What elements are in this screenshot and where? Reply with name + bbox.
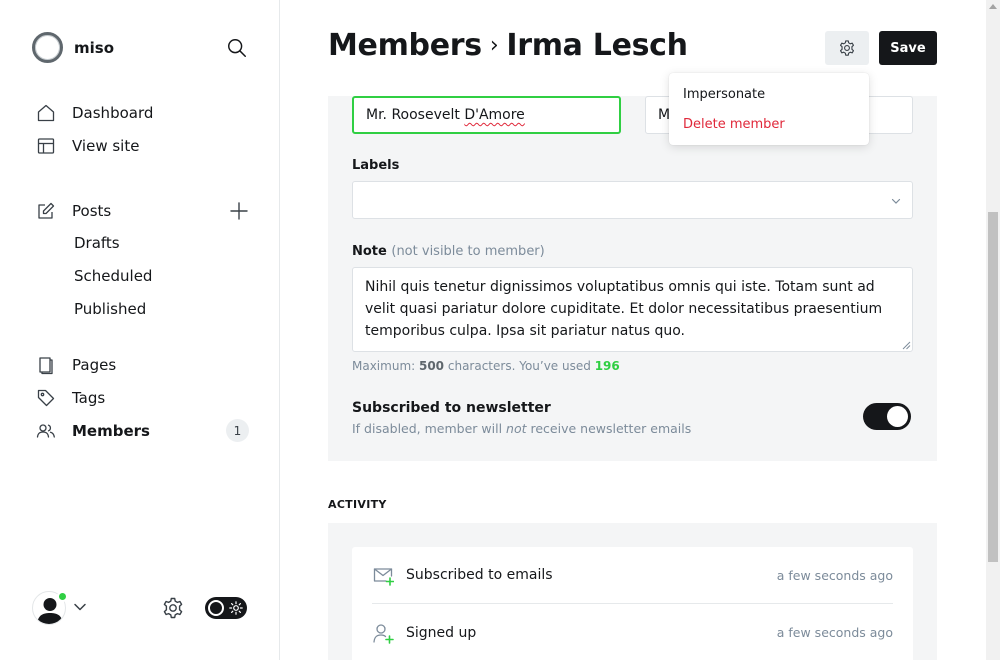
- nav-drafts[interactable]: Drafts: [74, 234, 120, 256]
- chevron-down-icon: [891, 198, 901, 204]
- name-input-text: Mr. Roosevelt: [366, 107, 465, 123]
- layout-icon: [36, 136, 56, 156]
- char-prefix: Maximum:: [352, 359, 419, 373]
- member-settings-button[interactable]: [825, 31, 869, 65]
- resize-handle-icon[interactable]: [902, 341, 911, 350]
- mail-plus-icon: [373, 568, 394, 586]
- labels-label: Labels: [352, 158, 400, 173]
- labels-select[interactable]: [352, 181, 913, 219]
- tag-icon: [36, 388, 56, 408]
- user-plus-icon: [373, 623, 394, 644]
- activity-heading: ACTIVITY: [328, 498, 387, 511]
- delete-member-menu-item[interactable]: Delete member: [683, 117, 785, 132]
- name-input[interactable]: Mr. Roosevelt D'Amore: [352, 96, 621, 134]
- brand[interactable]: miso: [32, 32, 114, 63]
- breadcrumb-separator-icon: ›: [489, 33, 499, 58]
- nav-label: Dashboard: [72, 104, 154, 122]
- pencil-square-icon: [36, 201, 56, 221]
- activity-time: a few seconds ago: [776, 567, 893, 583]
- nav-posts[interactable]: Posts: [36, 199, 111, 223]
- activity-item: Subscribed to emails a few seconds ago: [372, 547, 893, 604]
- page-scrollbar[interactable]: [986, 0, 1000, 660]
- name-input-flagged-word: D'Amore: [464, 107, 525, 123]
- nav-members[interactable]: Members: [36, 419, 150, 443]
- note-textarea[interactable]: Nihil quis tenetur dignissimos voluptati…: [352, 267, 913, 352]
- nav-label: Posts: [72, 202, 112, 220]
- note-hint: (not visible to member): [391, 244, 545, 259]
- main-content: Members › Irma Lesch Save Mr. Roosevelt …: [281, 0, 986, 660]
- newsletter-description: If disabled, member will not receive new…: [352, 421, 691, 436]
- newsletter-desc-emphasis: not: [506, 421, 527, 436]
- impersonate-menu-item[interactable]: Impersonate: [683, 87, 765, 102]
- member-actions-dropdown: Impersonate Delete member: [669, 73, 869, 145]
- scroll-up-arrow-icon[interactable]: [989, 4, 997, 9]
- chevron-down-icon[interactable]: [73, 600, 87, 614]
- site-logo: [32, 32, 63, 63]
- char-max: 500: [418, 359, 445, 373]
- nav-dashboard[interactable]: Dashboard: [36, 101, 153, 125]
- sun-icon: [229, 601, 243, 615]
- member-details-card: Mr. Roosevelt D'Amore M Labels Note (not…: [328, 96, 937, 461]
- activity-time: a few seconds ago: [776, 625, 893, 640]
- newsletter-desc-part2: receive newsletter emails: [526, 421, 692, 436]
- note-label: Note (not visible to member): [352, 244, 545, 259]
- character-count: Maximum: 500 characters. You’ve used 196: [352, 359, 620, 373]
- search-icon[interactable]: [226, 37, 248, 59]
- nav-label: View site: [72, 137, 140, 155]
- newsletter-toggle[interactable]: [863, 403, 911, 430]
- sidebar: miso Dashboard View site Posts Drafts Sc…: [0, 0, 280, 660]
- note-text: Nihil quis tenetur dignissimos voluptati…: [365, 279, 883, 339]
- breadcrumb-members[interactable]: Members: [328, 28, 482, 63]
- note-label-text: Note: [352, 244, 387, 259]
- activity-text: Subscribed to emails: [406, 567, 553, 583]
- member-name-heading: Irma Lesch: [506, 28, 688, 63]
- nav-pages[interactable]: Pages: [36, 353, 116, 377]
- activity-item: Signed up a few seconds ago: [372, 604, 893, 660]
- gear-icon: [839, 40, 855, 56]
- char-used: 196: [594, 359, 620, 373]
- activity-text: Signed up: [406, 624, 477, 641]
- save-button[interactable]: Save: [879, 31, 937, 65]
- nav-tags[interactable]: Tags: [36, 386, 105, 410]
- site-name: miso: [74, 38, 115, 57]
- nav-scheduled[interactable]: Scheduled: [74, 267, 152, 289]
- nav-label: Tags: [72, 389, 106, 407]
- nav-view-site[interactable]: View site: [36, 134, 139, 158]
- gear-icon[interactable]: [161, 596, 185, 620]
- add-post-icon[interactable]: [228, 200, 250, 222]
- nav-label: Pages: [72, 356, 117, 374]
- toggle-knob: [208, 600, 224, 616]
- online-status-dot: [57, 591, 68, 602]
- nav-label: Members: [72, 422, 150, 440]
- dark-mode-toggle[interactable]: [205, 597, 247, 619]
- page-icon: [36, 355, 56, 375]
- home-icon: [36, 103, 56, 123]
- members-icon: [36, 421, 56, 441]
- newsletter-title: Subscribed to newsletter: [352, 400, 551, 416]
- toggle-knob: [887, 406, 908, 427]
- activity-list: Subscribed to emails a few seconds ago S…: [352, 547, 913, 660]
- nav-published[interactable]: Published: [74, 300, 146, 322]
- scrollbar-thumb[interactable]: [988, 212, 998, 562]
- members-count-badge: 1: [226, 419, 249, 442]
- activity-card: Subscribed to emails a few seconds ago S…: [328, 523, 937, 660]
- page-title: Members › Irma Lesch: [328, 28, 688, 63]
- char-middle: characters. You’ve used: [444, 359, 595, 373]
- newsletter-desc-part1: If disabled, member will: [352, 421, 507, 436]
